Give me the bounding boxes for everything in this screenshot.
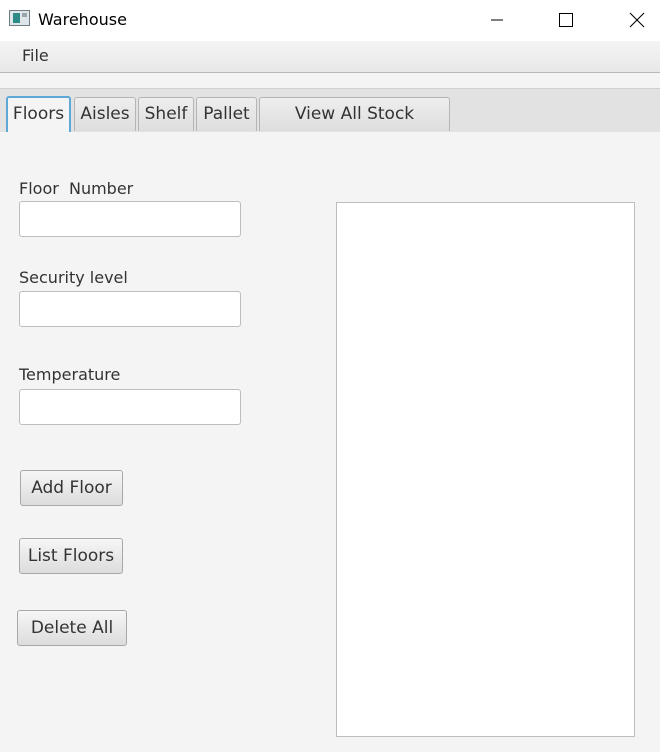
tab-floors[interactable]: Floors <box>6 96 71 132</box>
window-title: Warehouse <box>38 10 127 29</box>
add-floor-button[interactable]: Add Floor <box>20 470 123 506</box>
list-floors-button[interactable]: List Floors <box>19 538 123 574</box>
app-window: Warehouse File Floors Aisles Shelf Palle… <box>0 0 660 752</box>
tab-shelf[interactable]: Shelf <box>138 97 194 131</box>
tab-header: Floors Aisles Shelf Pallet View All Stoc… <box>0 88 660 156</box>
tab-view-all-stock-listings[interactable]: View All Stock Listings <box>259 97 450 156</box>
floor-number-input[interactable] <box>19 201 241 237</box>
floors-tab-content: Floor Number Security level Temperature … <box>0 132 660 752</box>
temperature-input[interactable] <box>19 389 241 425</box>
floor-number-label: Floor Number <box>19 179 134 198</box>
menu-file[interactable]: File <box>12 45 59 67</box>
close-button[interactable] <box>614 0 660 40</box>
floors-list-view[interactable] <box>336 202 635 737</box>
tab-aisles[interactable]: Aisles <box>74 97 136 131</box>
title-bar[interactable]: Warehouse <box>0 0 660 41</box>
menu-bar: File <box>0 41 660 73</box>
tab-pallet[interactable]: Pallet <box>196 97 257 131</box>
security-level-input[interactable] <box>19 291 241 327</box>
maximize-icon <box>559 13 573 27</box>
maximize-button[interactable] <box>543 0 589 40</box>
security-level-label: Security level <box>19 268 128 287</box>
app-window-icon <box>9 10 30 26</box>
delete-all-button[interactable]: Delete All <box>17 610 127 646</box>
minimize-icon <box>491 19 503 21</box>
temperature-label: Temperature <box>19 365 121 384</box>
close-icon <box>629 12 645 28</box>
minimize-button[interactable] <box>474 0 520 40</box>
